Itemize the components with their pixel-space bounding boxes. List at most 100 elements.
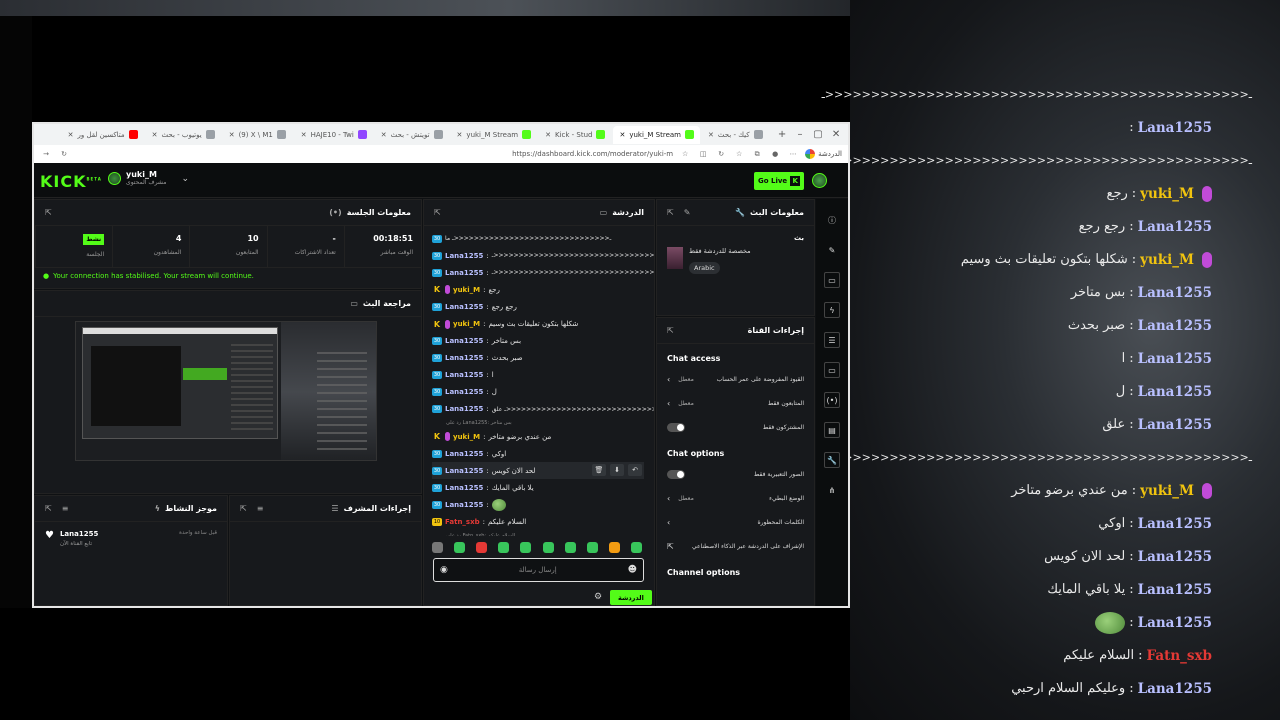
- refresh-icon[interactable]: ↻: [715, 150, 727, 158]
- stack-icon[interactable]: ▤: [824, 422, 840, 438]
- chat-message[interactable]: 30Lana1255:ـ<<<<<<<<<<<<<<<<<<<<<<<<<<<<…: [432, 264, 654, 281]
- chat-message[interactable]: Kyuki_M: شكلها بتكون تعليقات بث وسيم: [432, 315, 644, 332]
- browser-tab[interactable]: ✕ Kick - Stud: [539, 126, 611, 144]
- chat-username[interactable]: Lana1255: [445, 405, 483, 413]
- info-icon[interactable]: ⓘ: [824, 212, 840, 228]
- chat-username[interactable]: Lana1255: [445, 484, 483, 492]
- chat-username[interactable]: Lana1255: [445, 252, 483, 260]
- emote-icon[interactable]: [564, 541, 576, 553]
- setting-row[interactable]: ‹ معطل المتابعون فقط: [657, 391, 814, 415]
- chat-message[interactable]: 30 Lana1255: صبر بحدث: [432, 350, 644, 367]
- popout-icon[interactable]: ⇱: [45, 504, 52, 513]
- chat-username[interactable]: Lana1255: [445, 388, 483, 396]
- filter-icon[interactable]: ≡: [257, 504, 264, 513]
- stream-preview-video[interactable]: [75, 321, 377, 461]
- chat-message[interactable]: 30 Lana1255: يلا باقي المايك: [432, 479, 644, 496]
- filter-icon[interactable]: ≡: [62, 504, 69, 513]
- edit-icon[interactable]: ✎: [684, 208, 691, 217]
- setting-row[interactable]: ⇱ الإشراف على الدردشة عبر الذكاء الاصطناع…: [657, 534, 814, 558]
- share-icon[interactable]: ⋔: [824, 482, 840, 498]
- chat-messages[interactable]: 30 ـ<<<<<<<<<<<<<<<<<<<<<<<<<<<<<<<ـ ما 30…: [424, 226, 654, 536]
- setting-row[interactable]: ‹ معطل القيود المفروضة على عمر الحساب: [657, 367, 814, 391]
- reply-icon[interactable]: ↶: [628, 464, 642, 477]
- browser-tab[interactable]: ✕ متاكسين لقل ور: [62, 126, 144, 144]
- toggle-switch[interactable]: [667, 422, 685, 432]
- close-tab-icon[interactable]: ✕: [68, 131, 74, 139]
- account-icon[interactable]: ●: [769, 150, 781, 158]
- kick-logo[interactable]: KICKBETA: [40, 172, 102, 191]
- chat-username[interactable]: yuki_M: [453, 433, 480, 441]
- browser-tab[interactable]: ✕ yuki_M Stream: [451, 126, 538, 144]
- setting-row[interactable]: المشتركون فقط: [657, 415, 814, 439]
- browser-tab[interactable]: ✕ (9) X \ M1: [223, 126, 293, 144]
- mirror-icon[interactable]: ⧉: [751, 150, 763, 159]
- browser-tab[interactable]: ✕ yuki_M Stream: [613, 125, 700, 144]
- broadcast-icon[interactable]: (•): [824, 392, 840, 408]
- popout-icon[interactable]: ⇱: [667, 326, 674, 335]
- emote-icon[interactable]: [608, 541, 620, 553]
- chat-message[interactable]: Kyuki_M: رجع: [432, 281, 644, 298]
- emote-icon[interactable]: [432, 541, 443, 553]
- close-tab-icon[interactable]: ✕: [381, 131, 387, 139]
- emote-icon[interactable]: [542, 541, 554, 553]
- chat-username[interactable]: Lana1255: [445, 354, 483, 362]
- emote-icon[interactable]: [520, 541, 532, 553]
- quick-emote-icon[interactable]: ◉: [440, 565, 448, 575]
- chat-message[interactable]: 30 Lana1255: ا: [432, 367, 644, 384]
- browser-tab[interactable]: ✕ تويتش - بحث: [375, 126, 449, 144]
- chat-message[interactable]: 10 Fatn_sxb: السلام عليكم: [432, 514, 644, 531]
- chat-username[interactable]: yuki_M: [453, 286, 480, 294]
- chevron-left-icon[interactable]: ‹: [667, 399, 670, 408]
- popout-icon[interactable]: ⇱: [667, 208, 674, 217]
- browser-tab[interactable]: ✕ HAJE10 - Twi: [295, 126, 373, 144]
- chat-send-button[interactable]: الدردشة: [610, 590, 652, 605]
- chat-message[interactable]: 30Lana1255:ـ<<<<<<<<<<<<<<<<<<<<<<<<<<<<…: [432, 401, 654, 418]
- browser-tab[interactable]: ✕ يوتيوب - بحث: [146, 126, 221, 144]
- close-tab-icon[interactable]: ✕: [152, 131, 158, 139]
- browser-tab[interactable]: ✕ كيك - بحث: [702, 126, 772, 144]
- minimize-window-icon[interactable]: –: [792, 127, 808, 143]
- star-icon[interactable]: ☆: [733, 150, 745, 158]
- chat-username[interactable]: yuki_M: [453, 320, 480, 328]
- pencil-icon[interactable]: ✎: [824, 242, 840, 258]
- emote-icon[interactable]: [454, 541, 466, 553]
- chevron-left-icon[interactable]: ‹: [667, 494, 670, 503]
- close-tab-icon[interactable]: ✕: [457, 131, 463, 139]
- close-tab-icon[interactable]: ✕: [619, 131, 625, 139]
- close-window-icon[interactable]: ✕: [828, 127, 844, 143]
- emote-icon[interactable]: [630, 541, 642, 553]
- chat-username[interactable]: Lana1255: [445, 269, 483, 277]
- close-tab-icon[interactable]: ✕: [708, 131, 714, 139]
- toggle-switch[interactable]: [667, 469, 685, 479]
- lightning-icon[interactable]: ϟ: [824, 302, 840, 318]
- maximize-window-icon[interactable]: ▢: [810, 127, 826, 143]
- profile-chip[interactable]: الدردشة: [805, 149, 842, 159]
- setting-row[interactable]: ‹ الكلمات المحظورة: [657, 510, 814, 534]
- chat-message[interactable]: Kyuki_M: من عندي برضو متاخر: [432, 428, 644, 445]
- back-arrow-icon[interactable]: →: [40, 150, 52, 158]
- chat-username[interactable]: Fatn_sxb: [445, 518, 480, 526]
- chevron-left-icon[interactable]: ‹: [667, 375, 670, 384]
- chat-icon[interactable]: ▭: [824, 362, 840, 378]
- emote-icon[interactable]: [498, 541, 510, 553]
- chat-input[interactable]: ☻ إرسال رسالة ◉: [433, 558, 644, 582]
- chat-message[interactable]: 30 Lana1255: لحد الان كويس 🗑 ⬇ ↶: [432, 462, 644, 480]
- emoji-icon[interactable]: ☻: [628, 565, 637, 575]
- more-icon[interactable]: ⋯: [787, 150, 799, 158]
- delete-icon[interactable]: 🗑: [592, 464, 606, 477]
- chat-message[interactable]: 30 Lana1255: بس متاخر: [432, 333, 644, 350]
- session-icon[interactable]: ▭: [824, 272, 840, 288]
- popout-icon[interactable]: ⇱: [434, 208, 441, 217]
- close-tab-icon[interactable]: ✕: [229, 131, 235, 139]
- chat-message[interactable]: 30Lana1255:ـ<<<<<<<<<<<<<<<<<<<<<<<<<<<<…: [432, 247, 654, 264]
- channel-switcher[interactable]: yuki_M مشرف المحتوى ⌄: [108, 170, 189, 187]
- emote-icon[interactable]: [476, 541, 488, 553]
- user-avatar[interactable]: [812, 173, 827, 188]
- chevron-left-icon[interactable]: ‹: [667, 518, 670, 527]
- list-icon[interactable]: ☰: [824, 332, 840, 348]
- emote-icon[interactable]: [586, 541, 598, 553]
- extensions-icon[interactable]: ◫: [697, 150, 709, 158]
- popout-icon[interactable]: ⇱: [240, 504, 247, 513]
- gear-icon[interactable]: ⚙: [594, 592, 602, 602]
- go-live-button[interactable]: Go Live K: [754, 172, 805, 190]
